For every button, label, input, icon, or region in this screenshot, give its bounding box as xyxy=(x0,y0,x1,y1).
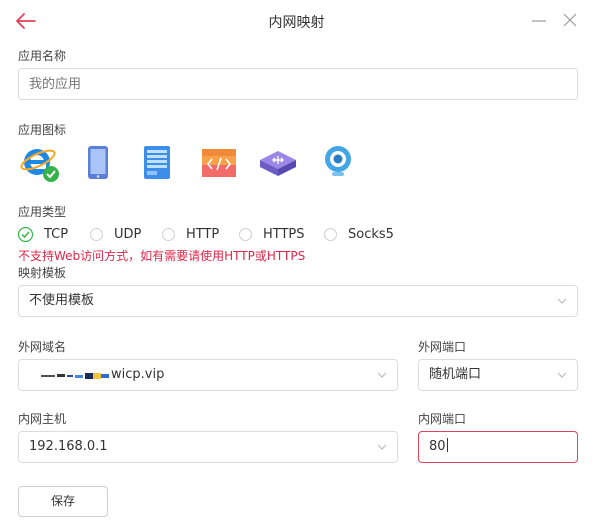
internal-port-label: 内网端口 xyxy=(418,412,467,426)
tablet-icon[interactable] xyxy=(78,143,118,183)
template-label: 映射模板 xyxy=(18,266,67,280)
radio-checked-icon xyxy=(18,226,33,242)
template-select[interactable]: 不使用模板 xyxy=(18,285,578,317)
radio-label-http: HTTP xyxy=(186,226,220,242)
radio-udp[interactable]: UDP xyxy=(90,225,141,243)
radio-label-udp: UDP xyxy=(114,226,142,242)
radio-tcp[interactable]: TCP xyxy=(18,225,68,243)
ie-browser-icon[interactable] xyxy=(20,143,60,183)
internal-host-value: 192.168.0.1 xyxy=(29,439,108,454)
text-cursor xyxy=(446,438,448,452)
external-domain-select[interactable]: wicp.vip xyxy=(18,359,398,391)
chevron-down-icon xyxy=(377,444,387,450)
app-name-input[interactable] xyxy=(18,68,578,100)
radio-label-tcp: TCP xyxy=(44,226,69,242)
external-port-select[interactable]: 随机端口 xyxy=(418,359,578,391)
webcam-icon[interactable] xyxy=(318,143,358,183)
radio-unchecked-icon xyxy=(239,227,252,241)
app-name-label: 应用名称 xyxy=(18,49,67,63)
app-icon-label: 应用图标 xyxy=(18,123,67,137)
domain-suffix: wicp.vip xyxy=(111,367,165,382)
radio-label-https: HTTPS xyxy=(263,226,305,242)
external-domain-label: 外网域名 xyxy=(18,340,67,354)
radio-unchecked-icon xyxy=(162,227,175,241)
internal-port-value: 80 xyxy=(429,439,446,454)
network-switch-icon[interactable] xyxy=(258,143,298,183)
radio-unchecked-icon xyxy=(324,227,337,241)
save-button[interactable]: 保存 xyxy=(18,486,108,517)
radio-unchecked-icon xyxy=(90,227,103,241)
app-type-warning: 不支持Web访问方式，如有需要请使用HTTP或HTTPS xyxy=(18,249,306,263)
minimize-icon[interactable] xyxy=(531,11,547,29)
radio-https[interactable]: HTTPS xyxy=(239,225,305,243)
external-port-label: 外网端口 xyxy=(418,340,467,354)
title-bar: 内网映射 xyxy=(0,0,593,42)
chevron-down-icon xyxy=(557,372,567,378)
internal-host-label: 内网主机 xyxy=(18,412,67,426)
domain-prefix-redacted-icon xyxy=(41,373,109,379)
window-title: 内网映射 xyxy=(268,15,325,31)
radio-http[interactable]: HTTP xyxy=(162,225,219,243)
internal-host-combobox[interactable]: 192.168.0.1 xyxy=(18,431,398,463)
external-port-value: 随机端口 xyxy=(429,367,482,382)
template-value: 不使用模板 xyxy=(29,293,95,308)
app-type-label: 应用类型 xyxy=(18,205,67,219)
chevron-down-icon xyxy=(557,298,567,304)
radio-label-socks5: Socks5 xyxy=(348,226,394,242)
chevron-down-icon xyxy=(377,372,387,378)
close-icon[interactable] xyxy=(561,11,579,29)
radio-socks5[interactable]: Socks5 xyxy=(324,225,394,243)
code-window-icon[interactable] xyxy=(200,143,240,183)
server-icon[interactable] xyxy=(137,143,177,183)
internal-port-input[interactable]: 80 xyxy=(418,431,578,463)
